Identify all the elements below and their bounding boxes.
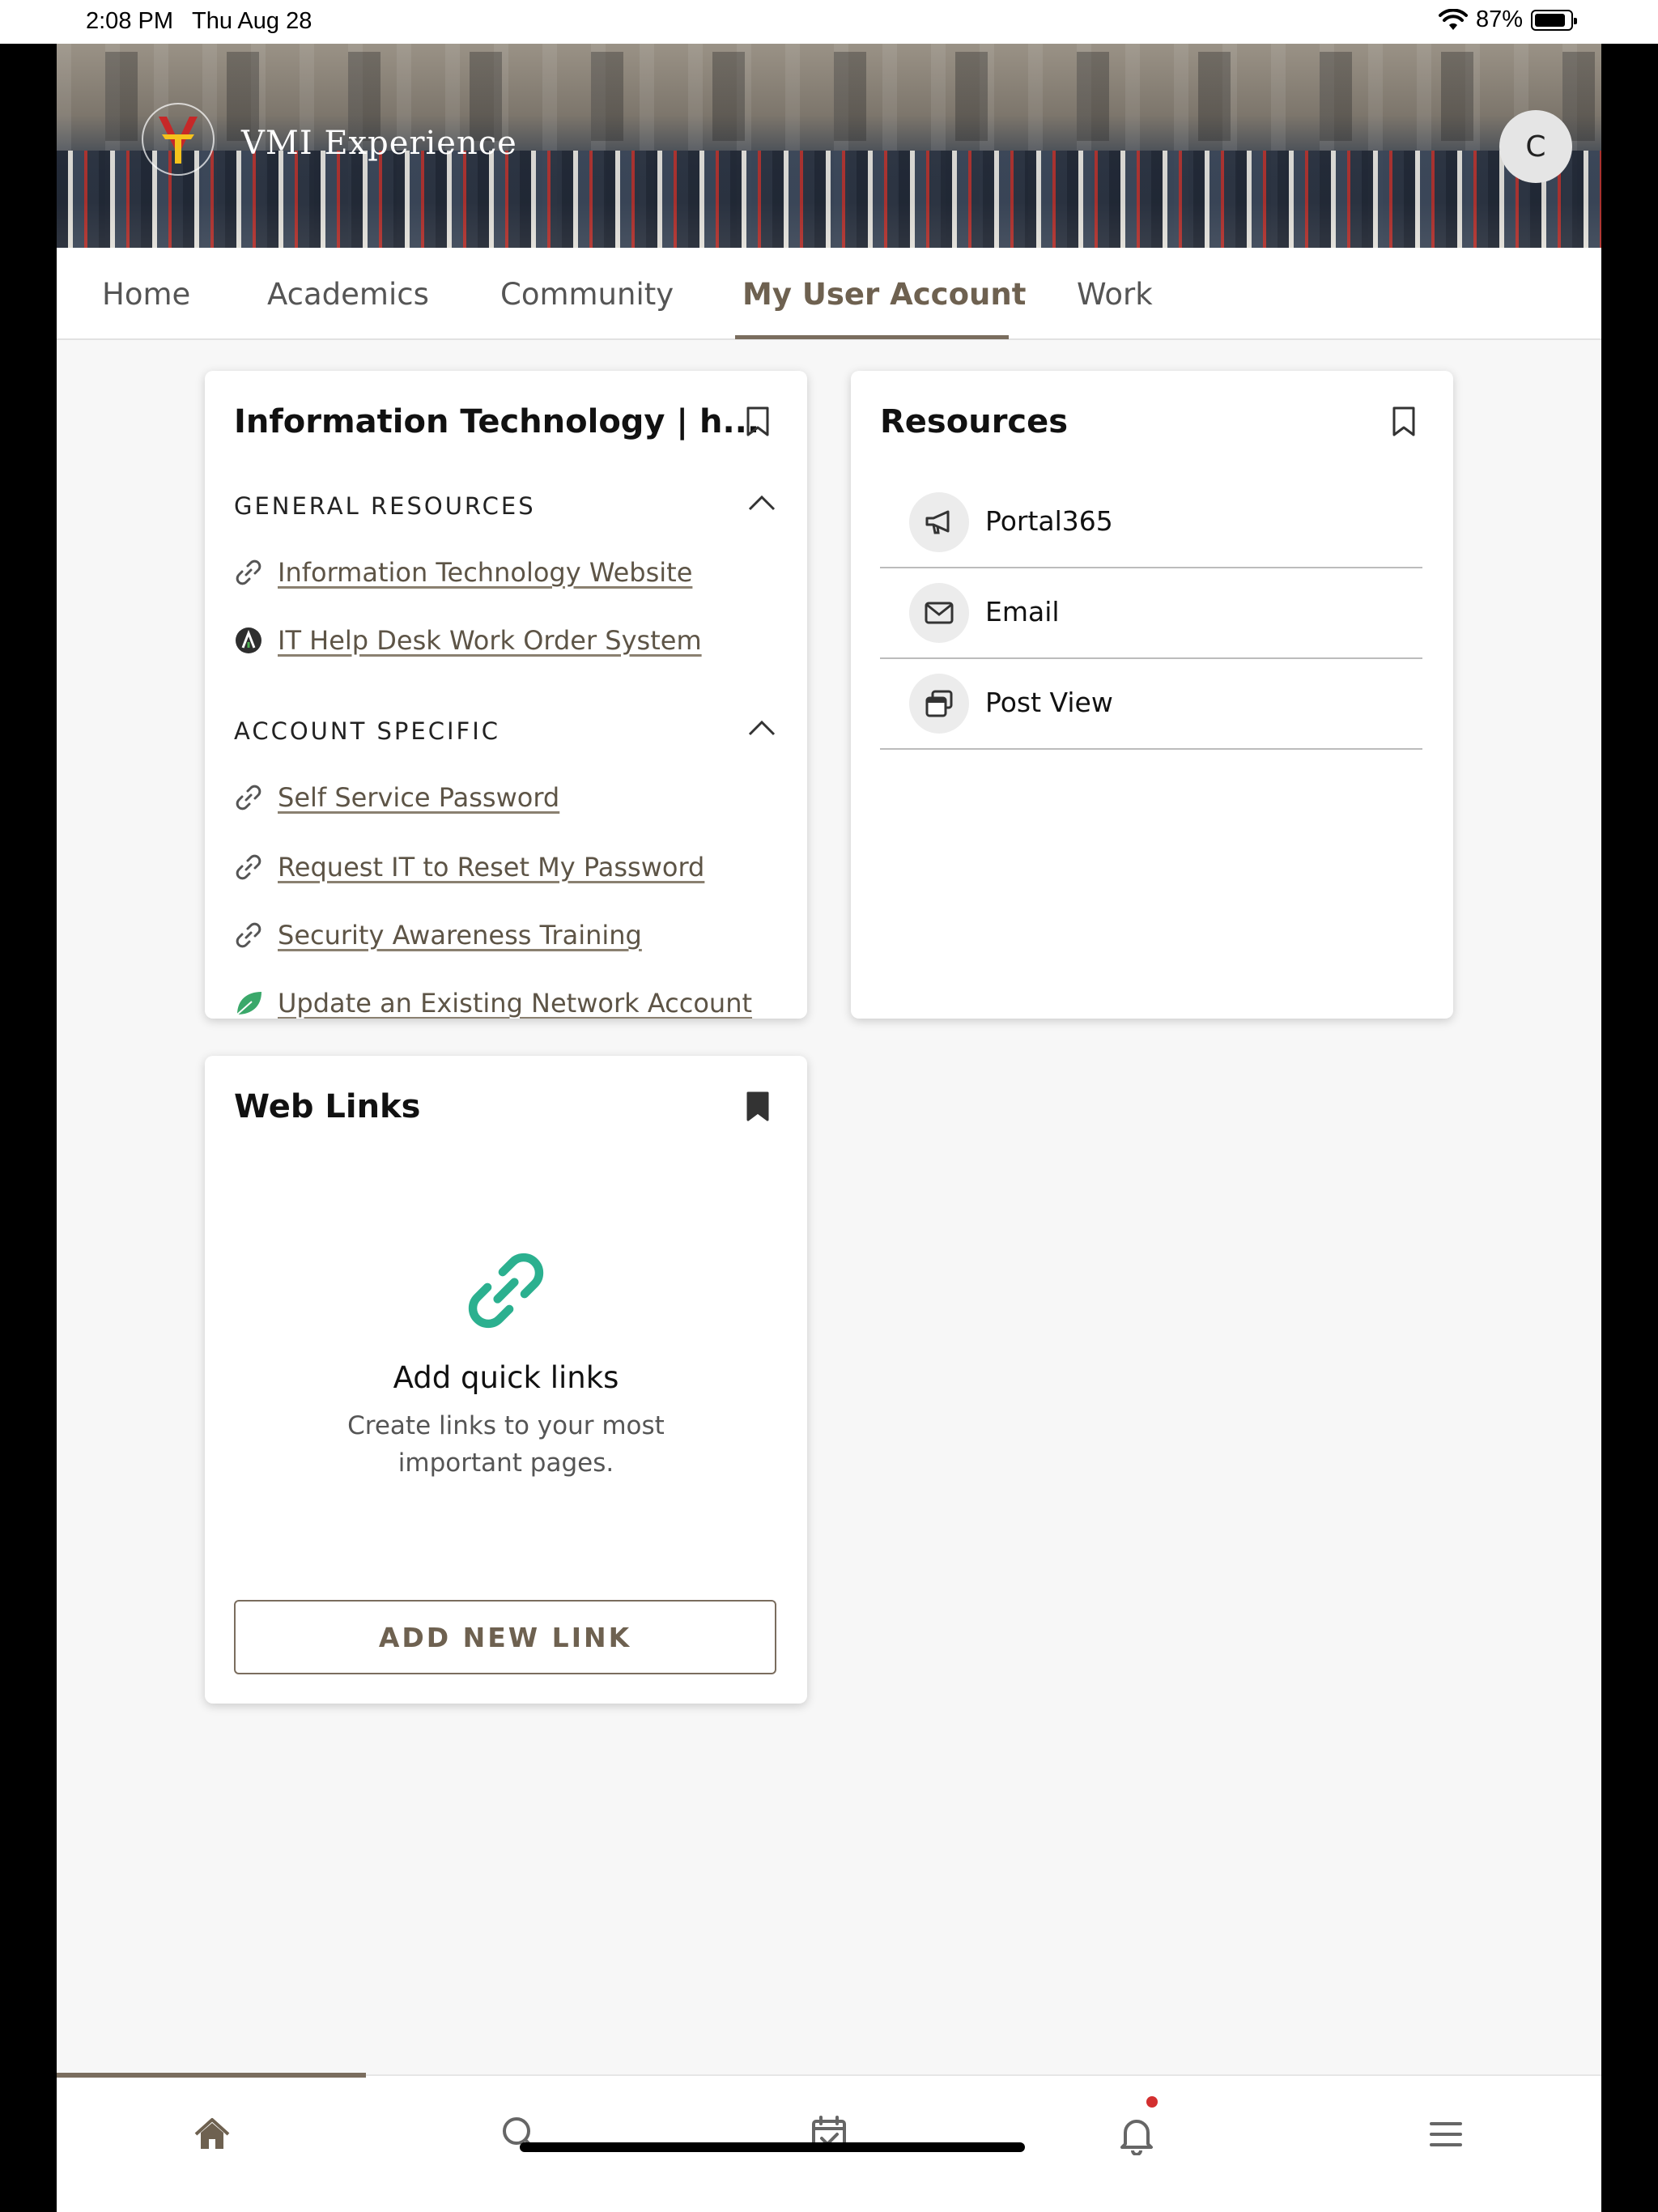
user-avatar[interactable]: C bbox=[1499, 110, 1572, 183]
link-label: Update an Existing Network Account bbox=[278, 988, 753, 1019]
link-chain-icon bbox=[236, 922, 261, 948]
bell-icon[interactable] bbox=[1116, 2113, 1158, 2155]
tab-academics[interactable]: Academics bbox=[267, 248, 429, 340]
menu-icon[interactable] bbox=[1425, 2113, 1467, 2155]
link-chain-icon bbox=[236, 854, 261, 880]
link-label: Self Service Password bbox=[278, 782, 560, 813]
home-icon[interactable] bbox=[191, 2113, 233, 2155]
windows-stack-icon bbox=[925, 690, 953, 717]
weblinks-card-title: Web Links bbox=[234, 1088, 421, 1125]
link-chain-icon bbox=[236, 785, 261, 810]
link-label: Request IT to Reset My Password bbox=[278, 852, 705, 883]
bookmark-outline-icon[interactable] bbox=[1392, 406, 1416, 437]
resource-label: Email bbox=[985, 596, 1060, 627]
resource-label: Portal365 bbox=[985, 505, 1113, 537]
home-indicator[interactable] bbox=[520, 2142, 1025, 2152]
resource-icon-circle bbox=[909, 674, 969, 734]
link-chain-large-icon bbox=[468, 1253, 544, 1329]
resource-item-post-view[interactable]: Post View bbox=[880, 659, 1422, 750]
status-right: 87% bbox=[1438, 6, 1577, 33]
link-request-reset[interactable]: Request IT to Reset My Password bbox=[234, 852, 704, 883]
tab-community[interactable]: Community bbox=[500, 248, 674, 340]
chevron-up-icon[interactable] bbox=[747, 494, 776, 512]
megaphone-icon bbox=[925, 510, 950, 534]
notification-badge bbox=[1146, 2096, 1158, 2108]
resource-icon-circle bbox=[909, 492, 969, 552]
add-new-link-button[interactable]: ADD NEW LINK bbox=[234, 1600, 776, 1674]
bookmark-outline-icon[interactable] bbox=[746, 406, 770, 437]
vmi-logo-icon bbox=[142, 103, 215, 176]
tab-home[interactable]: Home bbox=[102, 248, 190, 340]
bookmark-filled-icon[interactable] bbox=[746, 1091, 770, 1122]
active-nav-indicator bbox=[57, 2073, 366, 2078]
tab-work[interactable]: Work bbox=[1077, 248, 1153, 340]
avatar-initial: C bbox=[1525, 130, 1546, 164]
resource-item-portal365[interactable]: Portal365 bbox=[880, 478, 1422, 568]
active-tab-indicator bbox=[735, 335, 1009, 339]
leaf-icon bbox=[236, 992, 261, 1015]
status-time: 2:08 PM bbox=[86, 8, 173, 34]
link-chain-icon bbox=[236, 559, 261, 585]
app-title: VMI Experience bbox=[241, 125, 517, 162]
resource-label: Post View bbox=[985, 687, 1113, 718]
link-help-desk[interactable]: IT Help Desk Work Order System bbox=[234, 625, 702, 656]
link-label: Information Technology Website bbox=[278, 557, 693, 588]
tab-my-user-account[interactable]: My User Account bbox=[742, 248, 1026, 340]
chevron-up-icon[interactable] bbox=[747, 719, 776, 737]
link-security-training[interactable]: Security Awareness Training bbox=[234, 920, 642, 951]
link-label: Security Awareness Training bbox=[278, 920, 642, 951]
header-banner: VMI Experience C bbox=[57, 44, 1601, 248]
resource-item-email[interactable]: Email bbox=[880, 568, 1422, 659]
weblinks-card: Web Links Add quick links Create links t… bbox=[205, 1056, 807, 1704]
link-update-network-account[interactable]: Update an Existing Network Account bbox=[234, 988, 752, 1019]
resources-card: Resources Portal365 Email Post View bbox=[851, 371, 1453, 1019]
it-card: Information Technology | h... GENERAL RE… bbox=[205, 371, 807, 1019]
battery-icon bbox=[1531, 9, 1577, 31]
app-window: VMI Experience C Home Academics Communit… bbox=[57, 44, 1601, 2212]
link-label: IT Help Desk Work Order System bbox=[278, 625, 702, 656]
section-heading-general: GENERAL RESOURCES bbox=[234, 492, 536, 520]
empty-state-title: Add quick links bbox=[393, 1360, 619, 1395]
battery-percent: 87% bbox=[1475, 6, 1523, 32]
resources-card-title: Resources bbox=[880, 403, 1069, 440]
link-self-service-password[interactable]: Self Service Password bbox=[234, 782, 559, 813]
empty-state-description: Create links to your most important page… bbox=[347, 1411, 665, 1478]
wifi-icon bbox=[1438, 8, 1468, 30]
status-date: Thu Aug 28 bbox=[192, 8, 312, 34]
main-tabs: Home Academics Community My User Account… bbox=[57, 248, 1601, 340]
status-bar: 2:08 PM Thu Aug 28 87% bbox=[0, 0, 1658, 44]
link-it-website[interactable]: Information Technology Website bbox=[234, 557, 692, 588]
section-heading-account: ACCOUNT SPECIFIC bbox=[234, 717, 501, 745]
envelope-icon bbox=[925, 602, 954, 624]
resource-icon-circle bbox=[909, 583, 969, 643]
it-card-title: Information Technology | h... bbox=[234, 403, 760, 440]
helpdesk-logo-icon bbox=[236, 627, 261, 653]
